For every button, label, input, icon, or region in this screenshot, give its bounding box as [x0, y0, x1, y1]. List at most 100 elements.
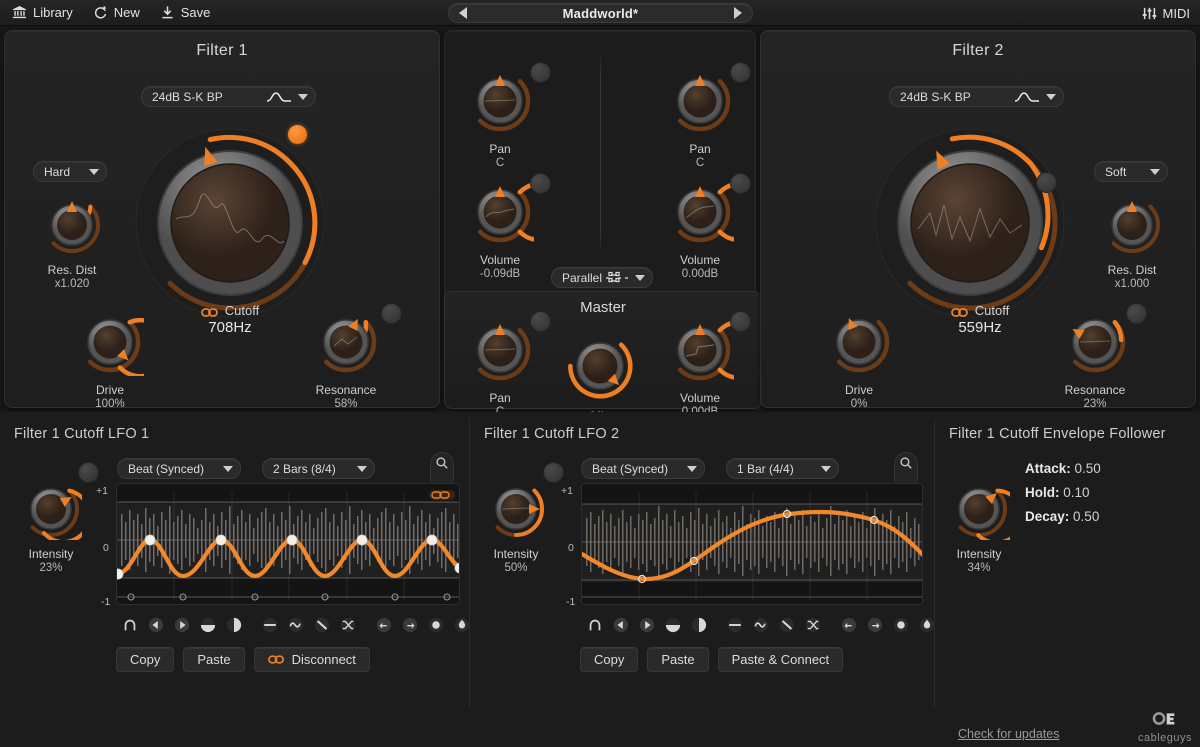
envelope-intensity-label: Intensity	[956, 547, 1002, 561]
filter-1-res-dist-knob[interactable]: Res. Dist x1.020	[41, 194, 103, 292]
lfo-2-rate-dropdown[interactable]: 1 Bar (4/4)	[726, 458, 839, 479]
master-volume-mod-cap[interactable]	[730, 311, 751, 332]
ramp-icon[interactable]	[309, 612, 335, 638]
redo-icon[interactable]	[862, 612, 888, 638]
lfo-1-rate-dropdown[interactable]: 2 Bars (8/4)	[262, 458, 375, 479]
preset-selector[interactable]: Maddworld*	[448, 3, 753, 23]
contrast-icon[interactable]	[686, 612, 712, 638]
filter-2-dist-mode-dropdown[interactable]: Soft	[1094, 161, 1168, 182]
check-for-updates-link[interactable]: Check for updates	[958, 727, 1059, 741]
filter-1-dist-mode-dropdown[interactable]: Hard	[33, 161, 107, 182]
lfo-1-axis-top: +1	[96, 485, 108, 497]
step-forward-icon[interactable]	[634, 612, 660, 638]
random-icon[interactable]	[800, 612, 826, 638]
step-back-icon[interactable]	[143, 612, 169, 638]
filter-1-drive-knob[interactable]: Drive 100%	[76, 308, 171, 412]
filter-2-cutoff-knob[interactable]	[870, 121, 1070, 326]
flat-line-icon[interactable]	[722, 612, 748, 638]
library-button[interactable]: Library	[0, 0, 83, 26]
envelope-attack-value[interactable]: 0.50	[1075, 461, 1101, 476]
lfo-1-rate-mode-dropdown[interactable]: Beat (Synced)	[117, 458, 241, 479]
filter-2-resonance-knob[interactable]: Resonance 23%	[1061, 308, 1129, 412]
sine-icon[interactable]	[748, 612, 774, 638]
snap-icon[interactable]	[582, 612, 608, 638]
snap-icon[interactable]	[117, 612, 143, 638]
filter-1-type-label: 24dB S-K BP	[152, 89, 223, 104]
filter-2-resonance-label: Resonance	[1064, 383, 1126, 397]
envelope-intensity-knob[interactable]: Intensity 34%	[948, 478, 1025, 576]
filter-2-resonance-mod-cap[interactable]	[1126, 303, 1147, 324]
filter-2-volume-mod-cap[interactable]	[730, 173, 751, 194]
search-icon	[436, 457, 448, 469]
drop-icon[interactable]	[914, 612, 940, 638]
undo-icon[interactable]	[836, 612, 862, 638]
preset-prev-button[interactable]	[459, 7, 467, 19]
lfo-2-intensity-mod-cap[interactable]	[543, 462, 564, 483]
lfo-1-zoom-button[interactable]	[430, 452, 454, 484]
filter-1-volume-label: Volume	[479, 253, 521, 267]
drop-icon[interactable]	[449, 612, 475, 638]
filter-2-cutoff-mod-cap[interactable]	[1036, 172, 1057, 193]
filter-1-res-dist-value: x1.020	[54, 277, 90, 290]
half-fill-icon[interactable]	[660, 612, 686, 638]
lfo-2-rate-mode-dropdown[interactable]: Beat (Synced)	[581, 458, 705, 479]
filter-1-volume-knob[interactable]: Volume -0.09dB	[466, 178, 570, 282]
envelope-decay-value[interactable]: 0.50	[1073, 509, 1099, 524]
lfo-1-waveform-display[interactable]	[116, 483, 460, 605]
flat-line-icon[interactable]	[257, 612, 283, 638]
routing-mode-dropdown[interactable]: Parallel	[551, 267, 653, 288]
lfo-2-paste-connect-button[interactable]: Paste & Connect	[717, 647, 844, 672]
sine-icon[interactable]	[283, 612, 309, 638]
step-forward-icon[interactable]	[169, 612, 195, 638]
dot-icon[interactable]	[888, 612, 914, 638]
envelope-hold-value[interactable]: 0.10	[1063, 485, 1089, 500]
filter-1-cutoff-mod-indicator[interactable]	[288, 125, 307, 144]
link-icon[interactable]	[950, 305, 969, 317]
filter-2-dist-mode-label: Soft	[1105, 164, 1127, 179]
filter-2-res-dist-knob[interactable]: Res. Dist x1.000	[1101, 194, 1163, 292]
link-icon[interactable]	[200, 305, 219, 317]
lfo-1-copy-button[interactable]: Copy	[116, 647, 175, 672]
dot-icon[interactable]	[423, 612, 449, 638]
ramp-icon[interactable]	[774, 612, 800, 638]
undo-icon[interactable]	[371, 612, 397, 638]
preset-next-button[interactable]	[733, 7, 742, 19]
midi-button[interactable]: MIDI	[1142, 0, 1190, 26]
new-button[interactable]: New	[83, 0, 150, 26]
filter-1-cutoff-knob[interactable]	[130, 121, 330, 326]
lfo-1-intensity-mod-cap[interactable]	[78, 462, 99, 483]
master-pan-knob[interactable]: Pan C	[466, 316, 534, 420]
half-fill-icon[interactable]	[195, 612, 221, 638]
lfo-2-zoom-button[interactable]	[894, 452, 918, 484]
lfo-2-paste-button[interactable]: Paste	[647, 647, 709, 672]
lfo-1-paste-button[interactable]: Paste	[183, 647, 245, 672]
filter-1-res-dist-label: Res. Dist	[47, 263, 97, 277]
filter-2-title: Filter 2	[952, 42, 1004, 59]
filter-1-resonance-knob[interactable]: Resonance 58%	[312, 308, 380, 412]
filter-2-pan-mod-cap[interactable]	[730, 62, 751, 83]
filter-2-drive-knob[interactable]: Drive 0%	[825, 308, 893, 412]
chevron-down-icon	[89, 168, 99, 175]
filter-1-pan-knob[interactable]: Pan C	[466, 67, 534, 171]
lfo-2-copy-button[interactable]: Copy	[580, 647, 639, 672]
filter-1-volume-mod-cap[interactable]	[530, 173, 551, 194]
contrast-icon[interactable]	[221, 612, 247, 638]
redo-icon[interactable]	[397, 612, 423, 638]
lfo-2-intensity-knob[interactable]: Intensity 50%	[485, 478, 547, 576]
lfo-1-intensity-knob[interactable]: Intensity 23%	[20, 478, 92, 576]
filter-1-pan-mod-cap[interactable]	[530, 62, 551, 83]
chevron-down-icon	[223, 465, 233, 472]
master-pan-label: Pan	[489, 391, 511, 405]
filter-2-pan-knob[interactable]: Pan C	[666, 67, 734, 171]
master-volume-knob[interactable]: Volume 0.00dB	[666, 316, 770, 420]
save-button[interactable]: Save	[150, 0, 221, 26]
master-pan-mod-cap[interactable]	[530, 311, 551, 332]
step-back-icon[interactable]	[608, 612, 634, 638]
filter-2-volume-knob[interactable]: Volume 0.00dB	[666, 178, 770, 282]
lfo-2-waveform-display[interactable]	[581, 483, 923, 605]
filter-1-type-dropdown[interactable]: 24dB S-K BP	[141, 86, 316, 107]
filter-1-resonance-mod-cap[interactable]	[381, 303, 402, 324]
filter-2-type-dropdown[interactable]: 24dB S-K BP	[889, 86, 1064, 107]
random-icon[interactable]	[335, 612, 361, 638]
lfo-1-disconnect-button[interactable]: Disconnect	[253, 647, 370, 672]
